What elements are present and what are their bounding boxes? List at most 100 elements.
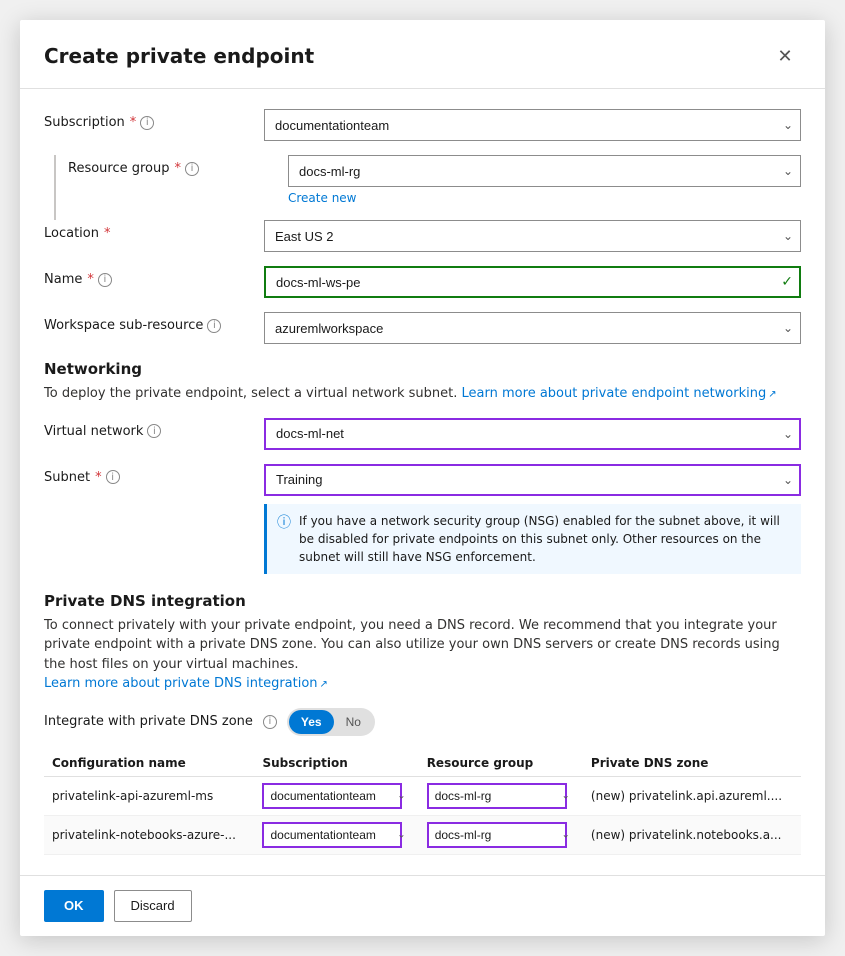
workspace-sub-resource-label: Workspace sub-resource	[44, 318, 203, 333]
row2-subscription-select[interactable]: documentationteam	[262, 822, 402, 848]
subnet-control: Training ⌄ ⓘ If you have a network secur…	[264, 464, 801, 574]
dns-external-link-icon: ↗	[320, 679, 328, 690]
subscription-control: documentationteam ⌄	[264, 109, 801, 141]
config-name-1: privatelink-api-azureml-ms	[44, 776, 254, 815]
name-required: *	[87, 272, 94, 287]
row1-subscription-select[interactable]: documentationteam	[262, 783, 402, 809]
table-row: privatelink-notebooks-azure-... document…	[44, 815, 801, 854]
close-button[interactable]: ✕	[769, 40, 801, 72]
resource-group-control: docs-ml-rg ⌄ Create new	[288, 155, 801, 206]
integrate-dns-info-icon[interactable]: i	[263, 715, 277, 729]
virtual-network-info-icon[interactable]: i	[147, 424, 161, 438]
subscription-cell-2: documentationteam ⌄	[254, 815, 418, 854]
config-name-2: privatelink-notebooks-azure-...	[44, 815, 254, 854]
resource-group-required: *	[175, 161, 182, 176]
name-info-icon[interactable]: i	[98, 273, 112, 287]
name-label-col: Name * i	[44, 266, 264, 287]
sub-select-wrapper-2: documentationteam ⌄	[262, 822, 410, 848]
col-dns-zone: Private DNS zone	[583, 750, 801, 777]
name-control: ✓	[264, 266, 801, 298]
subnet-label-col: Subnet * i	[44, 464, 264, 485]
workspace-sub-resource-info-icon[interactable]: i	[207, 319, 221, 333]
private-dns-section-title: Private DNS integration	[44, 592, 801, 610]
col-config-name: Configuration name	[44, 750, 254, 777]
resource-group-indent: Resource group * i docs-ml-rg ⌄ Create n…	[44, 155, 801, 220]
dns-table-body: privatelink-api-azureml-ms documentation…	[44, 776, 801, 854]
virtual-network-control: docs-ml-net ⌄	[264, 418, 801, 450]
col-subscription: Subscription	[254, 750, 418, 777]
resource-group-label-col: Resource group * i	[68, 155, 288, 176]
subnet-label: Subnet	[44, 470, 90, 485]
rg-select-wrapper-2: docs-ml-rg ⌄	[427, 822, 575, 848]
subscription-select[interactable]: documentationteam	[264, 109, 801, 141]
dns-table: Configuration name Subscription Resource…	[44, 750, 801, 855]
dns-zone-cell-2: (new) privatelink.notebooks.a...	[583, 815, 801, 854]
subscription-info-icon[interactable]: i	[140, 116, 154, 130]
dialog-header: Create private endpoint ✕	[20, 20, 825, 89]
virtual-network-label-col: Virtual network i	[44, 418, 264, 439]
row2-resource-group-select[interactable]: docs-ml-rg	[427, 822, 567, 848]
subnet-required: *	[95, 470, 102, 485]
resource-group-select-wrapper: docs-ml-rg ⌄	[288, 155, 801, 187]
indent-bar	[54, 155, 56, 220]
name-input[interactable]	[264, 266, 801, 298]
workspace-sub-resource-select-wrapper: azuremlworkspace ⌄	[264, 312, 801, 344]
location-row: Location * East US 2 ⌄	[44, 220, 801, 252]
table-row: privatelink-api-azureml-ms documentation…	[44, 776, 801, 815]
virtual-network-select[interactable]: docs-ml-net	[264, 418, 801, 450]
name-valid-icon: ✓	[781, 274, 793, 290]
rg-select-wrapper-1: docs-ml-rg ⌄	[427, 783, 575, 809]
workspace-sub-resource-select[interactable]: azuremlworkspace	[264, 312, 801, 344]
networking-learn-more-link[interactable]: Learn more about private endpoint networ…	[462, 386, 777, 401]
resource-group-select[interactable]: docs-ml-rg	[288, 155, 801, 187]
workspace-sub-resource-control: azuremlworkspace ⌄	[264, 312, 801, 344]
location-label-col: Location *	[44, 220, 264, 241]
toggle-yes-button[interactable]: Yes	[289, 710, 334, 734]
row1-resource-group-select[interactable]: docs-ml-rg	[427, 783, 567, 809]
subscription-select-wrapper: documentationteam ⌄	[264, 109, 801, 141]
toggle-row: Integrate with private DNS zone i Yes No	[44, 708, 801, 736]
dialog-title: Create private endpoint	[44, 44, 314, 68]
dns-toggle[interactable]: Yes No	[287, 708, 375, 736]
location-label: Location	[44, 226, 99, 241]
name-label: Name	[44, 272, 82, 287]
col-resource-group: Resource group	[419, 750, 583, 777]
create-new-link[interactable]: Create new	[288, 191, 357, 205]
toggle-no-button[interactable]: No	[334, 710, 373, 734]
subscription-label-col: Subscription * i	[44, 109, 264, 130]
create-private-endpoint-dialog: Create private endpoint ✕ Subscription *…	[20, 20, 825, 936]
resource-group-cell-2: docs-ml-rg ⌄	[419, 815, 583, 854]
discard-button[interactable]: Discard	[114, 890, 192, 922]
dialog-footer: OK Discard	[20, 875, 825, 936]
private-dns-description: To connect privately with your private e…	[44, 616, 801, 694]
subscription-required: *	[130, 115, 137, 130]
private-dns-learn-more-link[interactable]: Learn more about private DNS integration…	[44, 676, 328, 691]
virtual-network-label: Virtual network	[44, 424, 143, 439]
location-select[interactable]: East US 2	[264, 220, 801, 252]
subnet-info-icon[interactable]: i	[106, 470, 120, 484]
virtual-network-select-wrapper: docs-ml-net ⌄	[264, 418, 801, 450]
location-select-wrapper: East US 2 ⌄	[264, 220, 801, 252]
external-link-icon: ↗	[768, 389, 776, 400]
name-input-wrapper: ✓	[264, 266, 801, 298]
networking-description: To deploy the private endpoint, select a…	[44, 384, 801, 404]
subnet-select[interactable]: Training	[264, 464, 801, 496]
subnet-select-wrapper: Training ⌄	[264, 464, 801, 496]
resource-group-info-icon[interactable]: i	[185, 162, 199, 176]
resource-group-label: Resource group	[68, 161, 170, 176]
workspace-sub-resource-row: Workspace sub-resource i azuremlworkspac…	[44, 312, 801, 344]
workspace-sub-resource-label-col: Workspace sub-resource i	[44, 312, 264, 333]
subscription-label: Subscription	[44, 115, 125, 130]
subscription-cell-1: documentationteam ⌄	[254, 776, 418, 815]
virtual-network-row: Virtual network i docs-ml-net ⌄	[44, 418, 801, 450]
dialog-body: Subscription * i documentationteam ⌄ Res…	[20, 89, 825, 875]
nsg-info-box: ⓘ If you have a network security group (…	[264, 504, 801, 574]
nsg-info-circle-icon: ⓘ	[277, 513, 291, 534]
private-dns-section: Private DNS integration To connect priva…	[44, 592, 801, 855]
ok-button[interactable]: OK	[44, 890, 104, 922]
subnet-row: Subnet * i Training ⌄ ⓘ If you have a ne…	[44, 464, 801, 574]
sub-select-wrapper-1: documentationteam ⌄	[262, 783, 410, 809]
dns-zone-cell-1: (new) privatelink.api.azureml....	[583, 776, 801, 815]
dns-table-header: Configuration name Subscription Resource…	[44, 750, 801, 777]
name-row: Name * i ✓	[44, 266, 801, 298]
